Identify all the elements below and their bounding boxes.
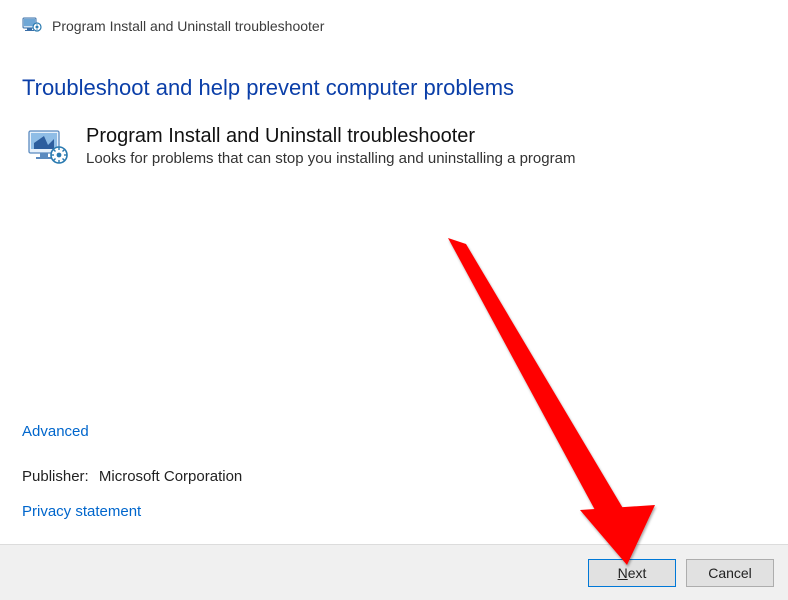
next-button[interactable]: Next — [588, 559, 676, 587]
publisher-value: Microsoft Corporation — [99, 468, 242, 485]
content-area: Troubleshoot and help prevent computer p… — [0, 45, 788, 172]
privacy-statement-link[interactable]: Privacy statement — [22, 503, 141, 520]
annotation-arrow-icon — [430, 230, 740, 570]
troubleshooter-text: Program Install and Uninstall troublesho… — [86, 125, 575, 167]
publisher-label: Publisher: — [22, 468, 89, 485]
troubleshooter-icon — [22, 14, 42, 37]
item-description: Looks for problems that can stop you ins… — [86, 150, 575, 167]
window-title: Program Install and Uninstall troublesho… — [52, 18, 324, 34]
monitor-icon — [26, 125, 70, 172]
footer-links: Advanced Publisher: Microsoft Corporatio… — [22, 423, 242, 520]
troubleshooter-item: Program Install and Uninstall troublesho… — [22, 125, 766, 172]
item-title: Program Install and Uninstall troublesho… — [86, 125, 575, 148]
advanced-link[interactable]: Advanced — [22, 423, 89, 440]
page-heading: Troubleshoot and help prevent computer p… — [22, 75, 766, 101]
title-bar: Program Install and Uninstall troublesho… — [0, 0, 788, 45]
publisher-row: Publisher: Microsoft Corporation — [22, 468, 242, 485]
button-bar: Next Cancel — [0, 544, 788, 600]
cancel-button[interactable]: Cancel — [686, 559, 774, 587]
